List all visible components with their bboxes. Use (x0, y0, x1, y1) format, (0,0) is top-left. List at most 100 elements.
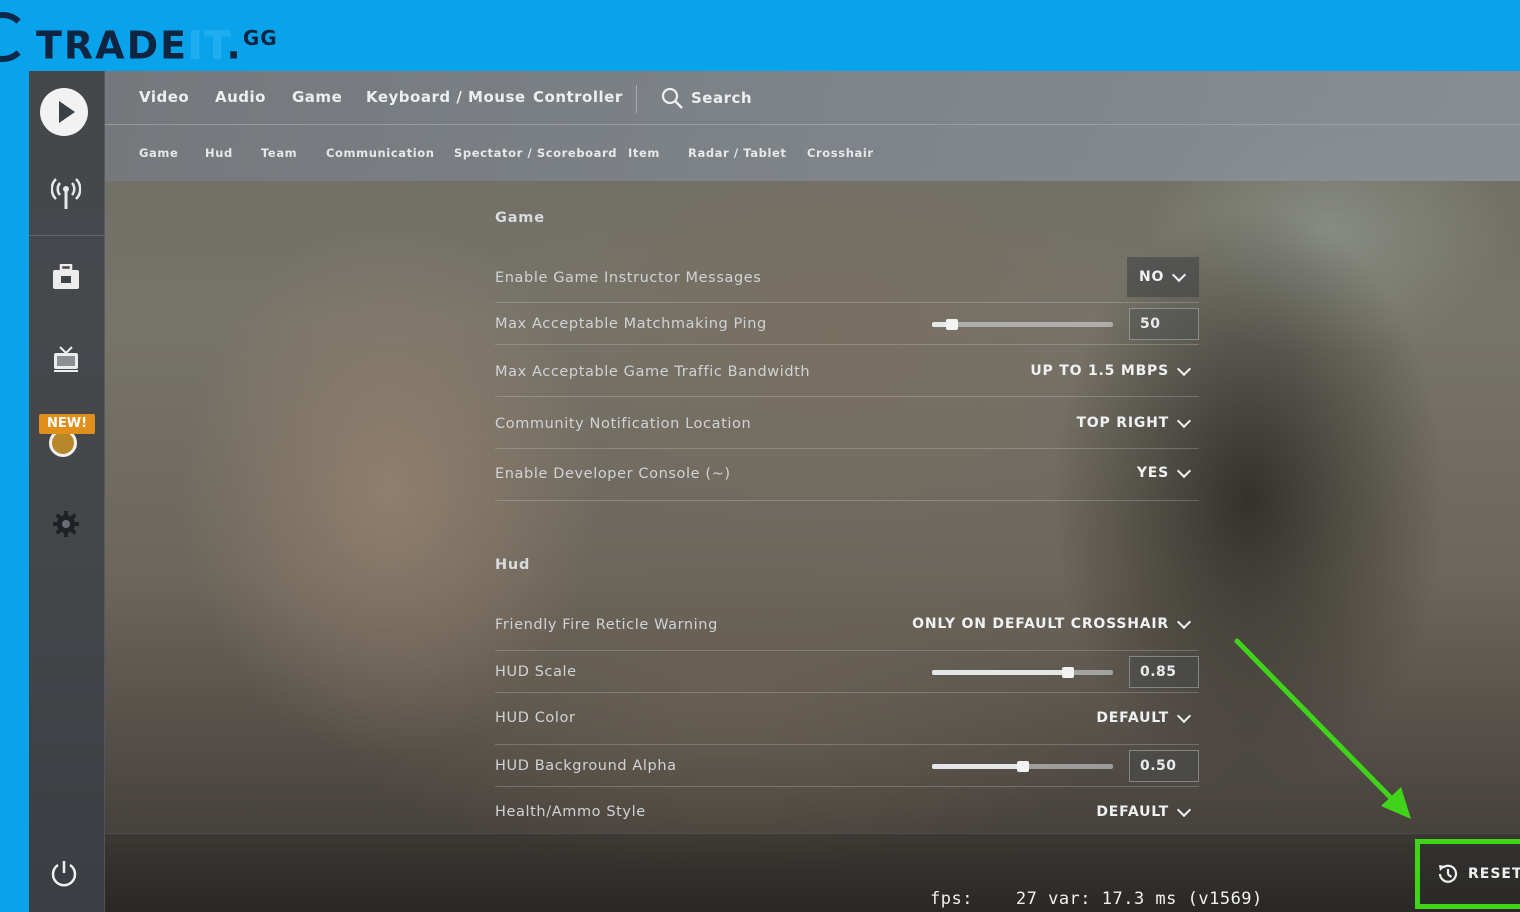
brand-dot: . (226, 23, 243, 68)
setting-label: HUD Color (495, 710, 576, 726)
dropdown-health-ammo-style[interactable]: DEFAULT (1084, 792, 1199, 832)
section-title-game: Game (495, 210, 545, 226)
setting-label: HUD Background Alpha (495, 758, 677, 774)
inventory-icon[interactable] (43, 254, 89, 300)
power-svg (51, 861, 77, 887)
setting-row: Friendly Fire Reticle Warning ONLY ON DE… (495, 597, 1199, 651)
play-icon[interactable] (40, 88, 88, 136)
dropdown-game-instructor[interactable]: NO (1127, 257, 1199, 297)
left-brand-strip (0, 71, 29, 912)
dropdown-friendly-fire-warning[interactable]: ONLY ON DEFAULT CROSSHAIR (900, 604, 1199, 644)
dropdown-developer-console[interactable]: YES (1125, 453, 1199, 493)
slider-handle[interactable] (1016, 761, 1029, 772)
dropdown-value: TOP RIGHT (1076, 415, 1169, 431)
brand-bar: TRADEIT.GG (0, 0, 1520, 71)
chevron-down-icon (1172, 267, 1187, 282)
slider-hud-background-alpha[interactable] (932, 761, 1113, 772)
hud-scale-value[interactable]: 0.85 (1129, 656, 1199, 688)
subtab-team[interactable]: Team (261, 146, 297, 160)
brand-logo: TRADEIT.GG (36, 14, 278, 70)
history-icon (1438, 864, 1458, 883)
slider-handle[interactable] (945, 319, 958, 330)
broadcast-svg (51, 178, 81, 209)
tab-controller[interactable]: Controller (533, 88, 623, 106)
slider-handle[interactable] (1061, 667, 1074, 678)
search-svg (661, 87, 683, 109)
setting-label: Enable Game Instructor Messages (495, 270, 762, 286)
tab-keyboard-mouse[interactable]: Keyboard / Mouse (366, 88, 526, 106)
reset-label: RESET (1468, 866, 1520, 882)
slider-hud-scale[interactable] (932, 667, 1113, 678)
slider-matchmaking-ping[interactable] (932, 319, 1113, 330)
subtab-communication[interactable]: Communication (326, 146, 435, 160)
gear-svg (53, 511, 79, 537)
chevron-down-icon (1176, 614, 1192, 629)
dropdown-traffic-bandwidth[interactable]: UP TO 1.5 MBPS (1018, 351, 1199, 391)
dropdown-value: DEFAULT (1096, 804, 1169, 820)
setting-label: Community Notification Location (495, 416, 752, 432)
logo-emblem-icon (0, 12, 28, 62)
chevron-down-icon (1176, 413, 1192, 428)
fps-readout: fps: 27 var: 17.3 ms (v1569) (930, 889, 1263, 909)
subtab-radar-tablet[interactable]: Radar / Tablet (688, 146, 786, 160)
sidebar-divider (29, 235, 105, 236)
new-badge: NEW! (39, 414, 95, 434)
subtab-item[interactable]: Item (628, 146, 660, 160)
setting-label: HUD Scale (495, 664, 577, 680)
setting-row: HUD Color DEFAULT (495, 693, 1199, 745)
search-icon (661, 87, 683, 109)
brand-part3: GG (242, 26, 278, 50)
dropdown-value: DEFAULT (1096, 710, 1169, 726)
setting-row: Max Acceptable Matchmaking Ping 50 (495, 303, 1199, 345)
section-title-hud: Hud (495, 557, 531, 573)
chevron-down-icon (1176, 361, 1192, 376)
dropdown-value: YES (1136, 465, 1169, 481)
setting-label: Health/Ammo Style (495, 804, 646, 820)
subtab-spectator-scoreboard[interactable]: Spectator / Scoreboard (454, 146, 617, 160)
broadcast-icon[interactable] (43, 171, 89, 217)
dropdown-value: ONLY ON DEFAULT CROSSHAIR (912, 616, 1169, 632)
dropdown-value: NO (1139, 269, 1165, 285)
main-tabs: Video Audio Game Keyboard / Mouse Contro… (105, 71, 1520, 125)
setting-label: Max Acceptable Game Traffic Bandwidth (495, 364, 811, 380)
slider-fill (932, 670, 1068, 675)
tv-icon[interactable] (43, 336, 89, 382)
inventory-svg (53, 264, 79, 289)
subtab-crosshair[interactable]: Crosshair (807, 146, 874, 160)
dropdown-hud-color[interactable]: DEFAULT (1084, 698, 1199, 738)
search-label: Search (691, 89, 753, 107)
search-button[interactable]: Search (661, 85, 752, 111)
sidebar: NEW! (29, 71, 105, 912)
reset-button[interactable]: RESET (1415, 839, 1520, 909)
setting-row: Max Acceptable Game Traffic Bandwidth UP… (495, 345, 1199, 397)
brand-part2: IT (188, 23, 227, 68)
slider-fill (932, 764, 1023, 769)
dropdown-value: UP TO 1.5 MBPS (1030, 363, 1169, 379)
setting-row: HUD Scale 0.85 (495, 651, 1199, 693)
brand-part1: TRADE (36, 23, 189, 68)
tv-svg (54, 346, 78, 372)
power-icon[interactable] (49, 858, 79, 892)
game-window: NEW! Video Audio Game Keyboard / Mouse C… (29, 71, 1520, 912)
gear-icon[interactable] (43, 501, 89, 547)
tab-video[interactable]: Video (139, 88, 189, 106)
chevron-down-icon (1176, 463, 1192, 478)
setting-label: Max Acceptable Matchmaking Ping (495, 316, 767, 332)
tab-game[interactable]: Game (292, 88, 342, 106)
matchmaking-ping-value[interactable]: 50 (1129, 308, 1199, 340)
bottom-bar: fps: 27 var: 17.3 ms (v1569) RESET (105, 833, 1520, 912)
setting-row: Enable Game Instructor Messages NO (495, 251, 1199, 303)
subtab-hud[interactable]: Hud (205, 146, 233, 160)
hud-background-alpha-value[interactable]: 0.50 (1129, 750, 1199, 782)
dropdown-notification-location[interactable]: TOP RIGHT (1064, 403, 1199, 443)
setting-label: Enable Developer Console (~) (495, 466, 731, 482)
nav-separator (636, 85, 637, 113)
settings-nav: Video Audio Game Keyboard / Mouse Contro… (105, 71, 1520, 181)
setting-row: Community Notification Location TOP RIGH… (495, 397, 1199, 449)
subtab-game[interactable]: Game (139, 146, 178, 160)
chevron-down-icon (1176, 802, 1192, 817)
setting-row: HUD Background Alpha 0.50 (495, 745, 1199, 787)
setting-row: Enable Developer Console (~) YES (495, 449, 1199, 501)
tab-audio[interactable]: Audio (215, 88, 266, 106)
setting-row: Health/Ammo Style DEFAULT (495, 787, 1199, 833)
